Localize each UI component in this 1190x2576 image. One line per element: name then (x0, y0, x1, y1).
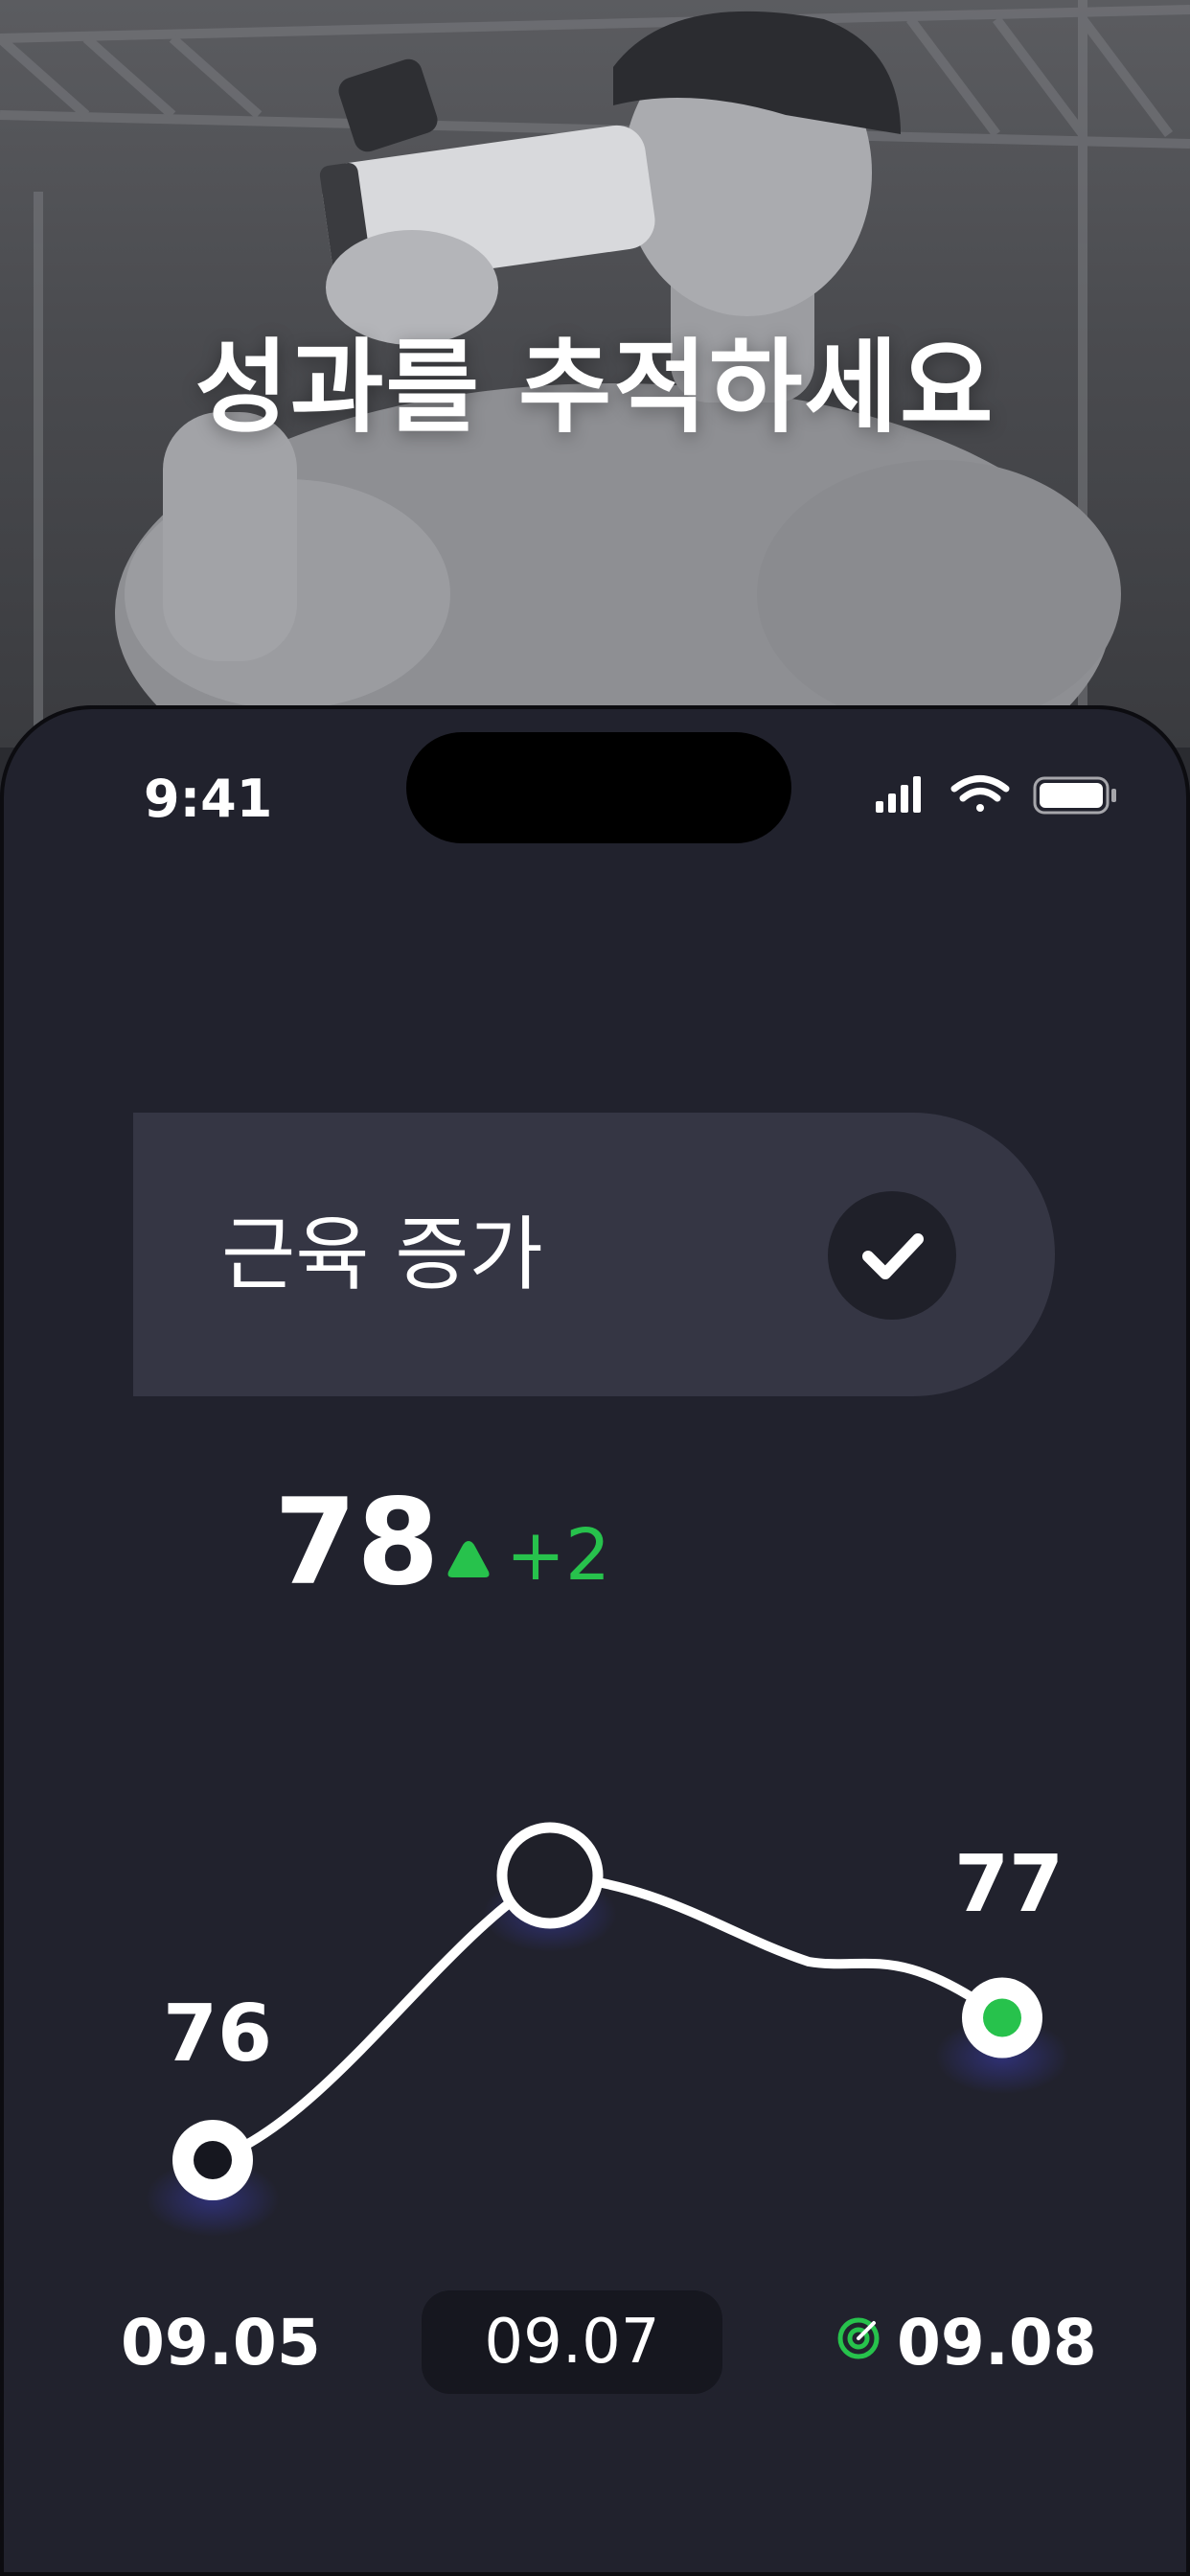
date-label-0[interactable]: 09.05 (121, 2312, 321, 2375)
point-label-start: 76 (163, 1989, 273, 2080)
target-icon (837, 2317, 880, 2359)
date-label-1: 09.07 (484, 2307, 660, 2378)
phone-screen: 9:41 근육 증가 78 +2 76 77 09.05 09.07 09.08 (0, 705, 1190, 2576)
point-label-end: 77 (954, 1839, 1064, 1930)
hero-photo: 성과를 추적하세요 (0, 0, 1190, 748)
date-pill-selected[interactable]: 09.07 (422, 2290, 722, 2394)
date-label-2[interactable]: 09.08 (897, 2312, 1097, 2375)
data-point-core-09.08 (983, 1998, 1021, 2037)
hero-title: 성과를 추적하세요 (195, 329, 995, 447)
data-point-core-09.05 (194, 2141, 232, 2179)
data-point-09.07[interactable] (496, 1822, 604, 1929)
